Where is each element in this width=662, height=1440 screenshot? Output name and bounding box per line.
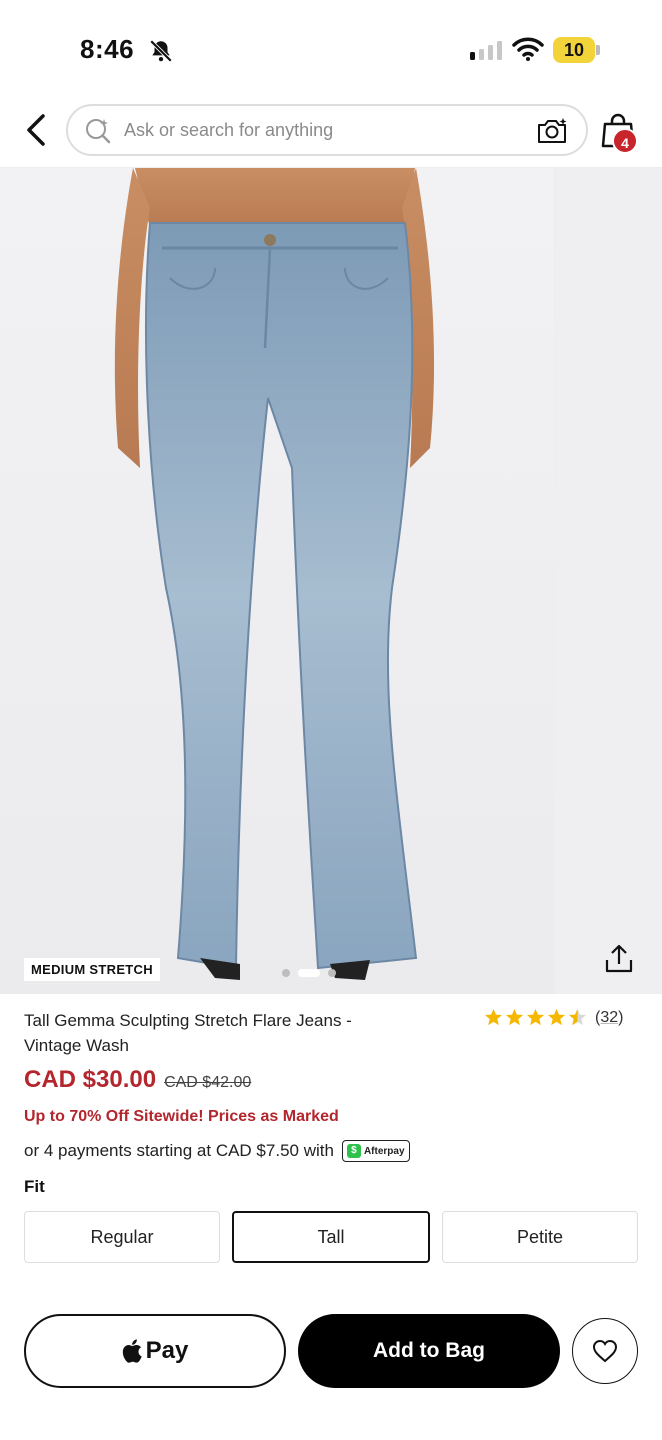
fit-option-tall[interactable]: Tall: [232, 1211, 430, 1263]
heart-icon: [592, 1339, 618, 1363]
installments-info[interactable]: or 4 payments starting at CAD $7.50 with…: [24, 1140, 410, 1162]
apple-pay-label: Pay: [145, 1337, 189, 1364]
apple-pay-button[interactable]: Pay: [24, 1314, 286, 1388]
stretch-badge: MEDIUM STRETCH: [24, 958, 160, 981]
review-count[interactable]: (32): [595, 1009, 623, 1027]
add-to-bag-button[interactable]: Add to Bag: [298, 1314, 560, 1388]
fit-label: Fit: [24, 1177, 45, 1196]
original-price: CAD $42.00: [164, 1074, 252, 1091]
installments-text: or 4 payments starting at CAD $7.50 with: [24, 1141, 334, 1160]
afterpay-label: Afterpay: [363, 1145, 405, 1157]
gallery-pagination: [282, 968, 336, 978]
sale-price: CAD $30.00: [24, 1066, 157, 1093]
header: Ask or search for anything 4: [0, 96, 662, 168]
search-placeholder: Ask or search for anything: [124, 120, 334, 140]
pagination-dot[interactable]: [328, 969, 336, 977]
share-icon[interactable]: [602, 942, 636, 976]
product-rating[interactable]: (32): [484, 1008, 623, 1027]
battery-icon: 10: [553, 37, 601, 63]
cellular-signal-icon: [470, 41, 502, 60]
bell-slash-icon: [149, 39, 173, 63]
battery-level: 10: [563, 40, 585, 60]
pagination-dot-active[interactable]: [298, 969, 320, 977]
star-icon: [484, 1008, 503, 1026]
star-icon: [526, 1008, 545, 1026]
fit-option-regular[interactable]: Regular: [24, 1211, 220, 1263]
fit-option-petite[interactable]: Petite: [442, 1211, 638, 1263]
jeans-photo: [114, 168, 435, 980]
product-title: Tall Gemma Sculpting Stretch Flare Jeans…: [24, 1011, 352, 1055]
product-image[interactable]: [0, 168, 554, 994]
search-input[interactable]: Ask or search for anything: [66, 104, 588, 156]
product-image-gallery[interactable]: MEDIUM STRETCH: [0, 168, 662, 994]
bottom-action-bar: Pay Add to Bag: [0, 1298, 662, 1440]
next-product-image[interactable]: [556, 168, 662, 994]
wifi-icon: [512, 37, 544, 61]
star-icon: [505, 1008, 524, 1026]
afterpay-badge[interactable]: $ Afterpay: [341, 1140, 410, 1162]
price-row: CAD $30.00 CAD $42.00: [24, 1066, 251, 1094]
wishlist-button[interactable]: [572, 1318, 638, 1384]
star-icon: [547, 1008, 566, 1026]
search-sparkle-icon: [86, 119, 111, 144]
status-bar: 8:46 10: [0, 0, 662, 96]
star-half-icon: [568, 1008, 587, 1026]
back-icon: [27, 114, 45, 146]
promo-text: Up to 70% Off Sitewide! Prices as Marked: [24, 1108, 339, 1125]
back-button[interactable]: [18, 108, 54, 152]
camera-search-icon[interactable]: [536, 117, 568, 145]
bag-count-badge: 4: [612, 128, 638, 154]
fit-options: Regular Tall Petite: [24, 1211, 638, 1263]
pagination-dot[interactable]: [282, 969, 290, 977]
afterpay-logo-icon: $: [346, 1144, 361, 1158]
apple-icon: [122, 1339, 142, 1363]
status-time: 8:46: [80, 34, 135, 64]
